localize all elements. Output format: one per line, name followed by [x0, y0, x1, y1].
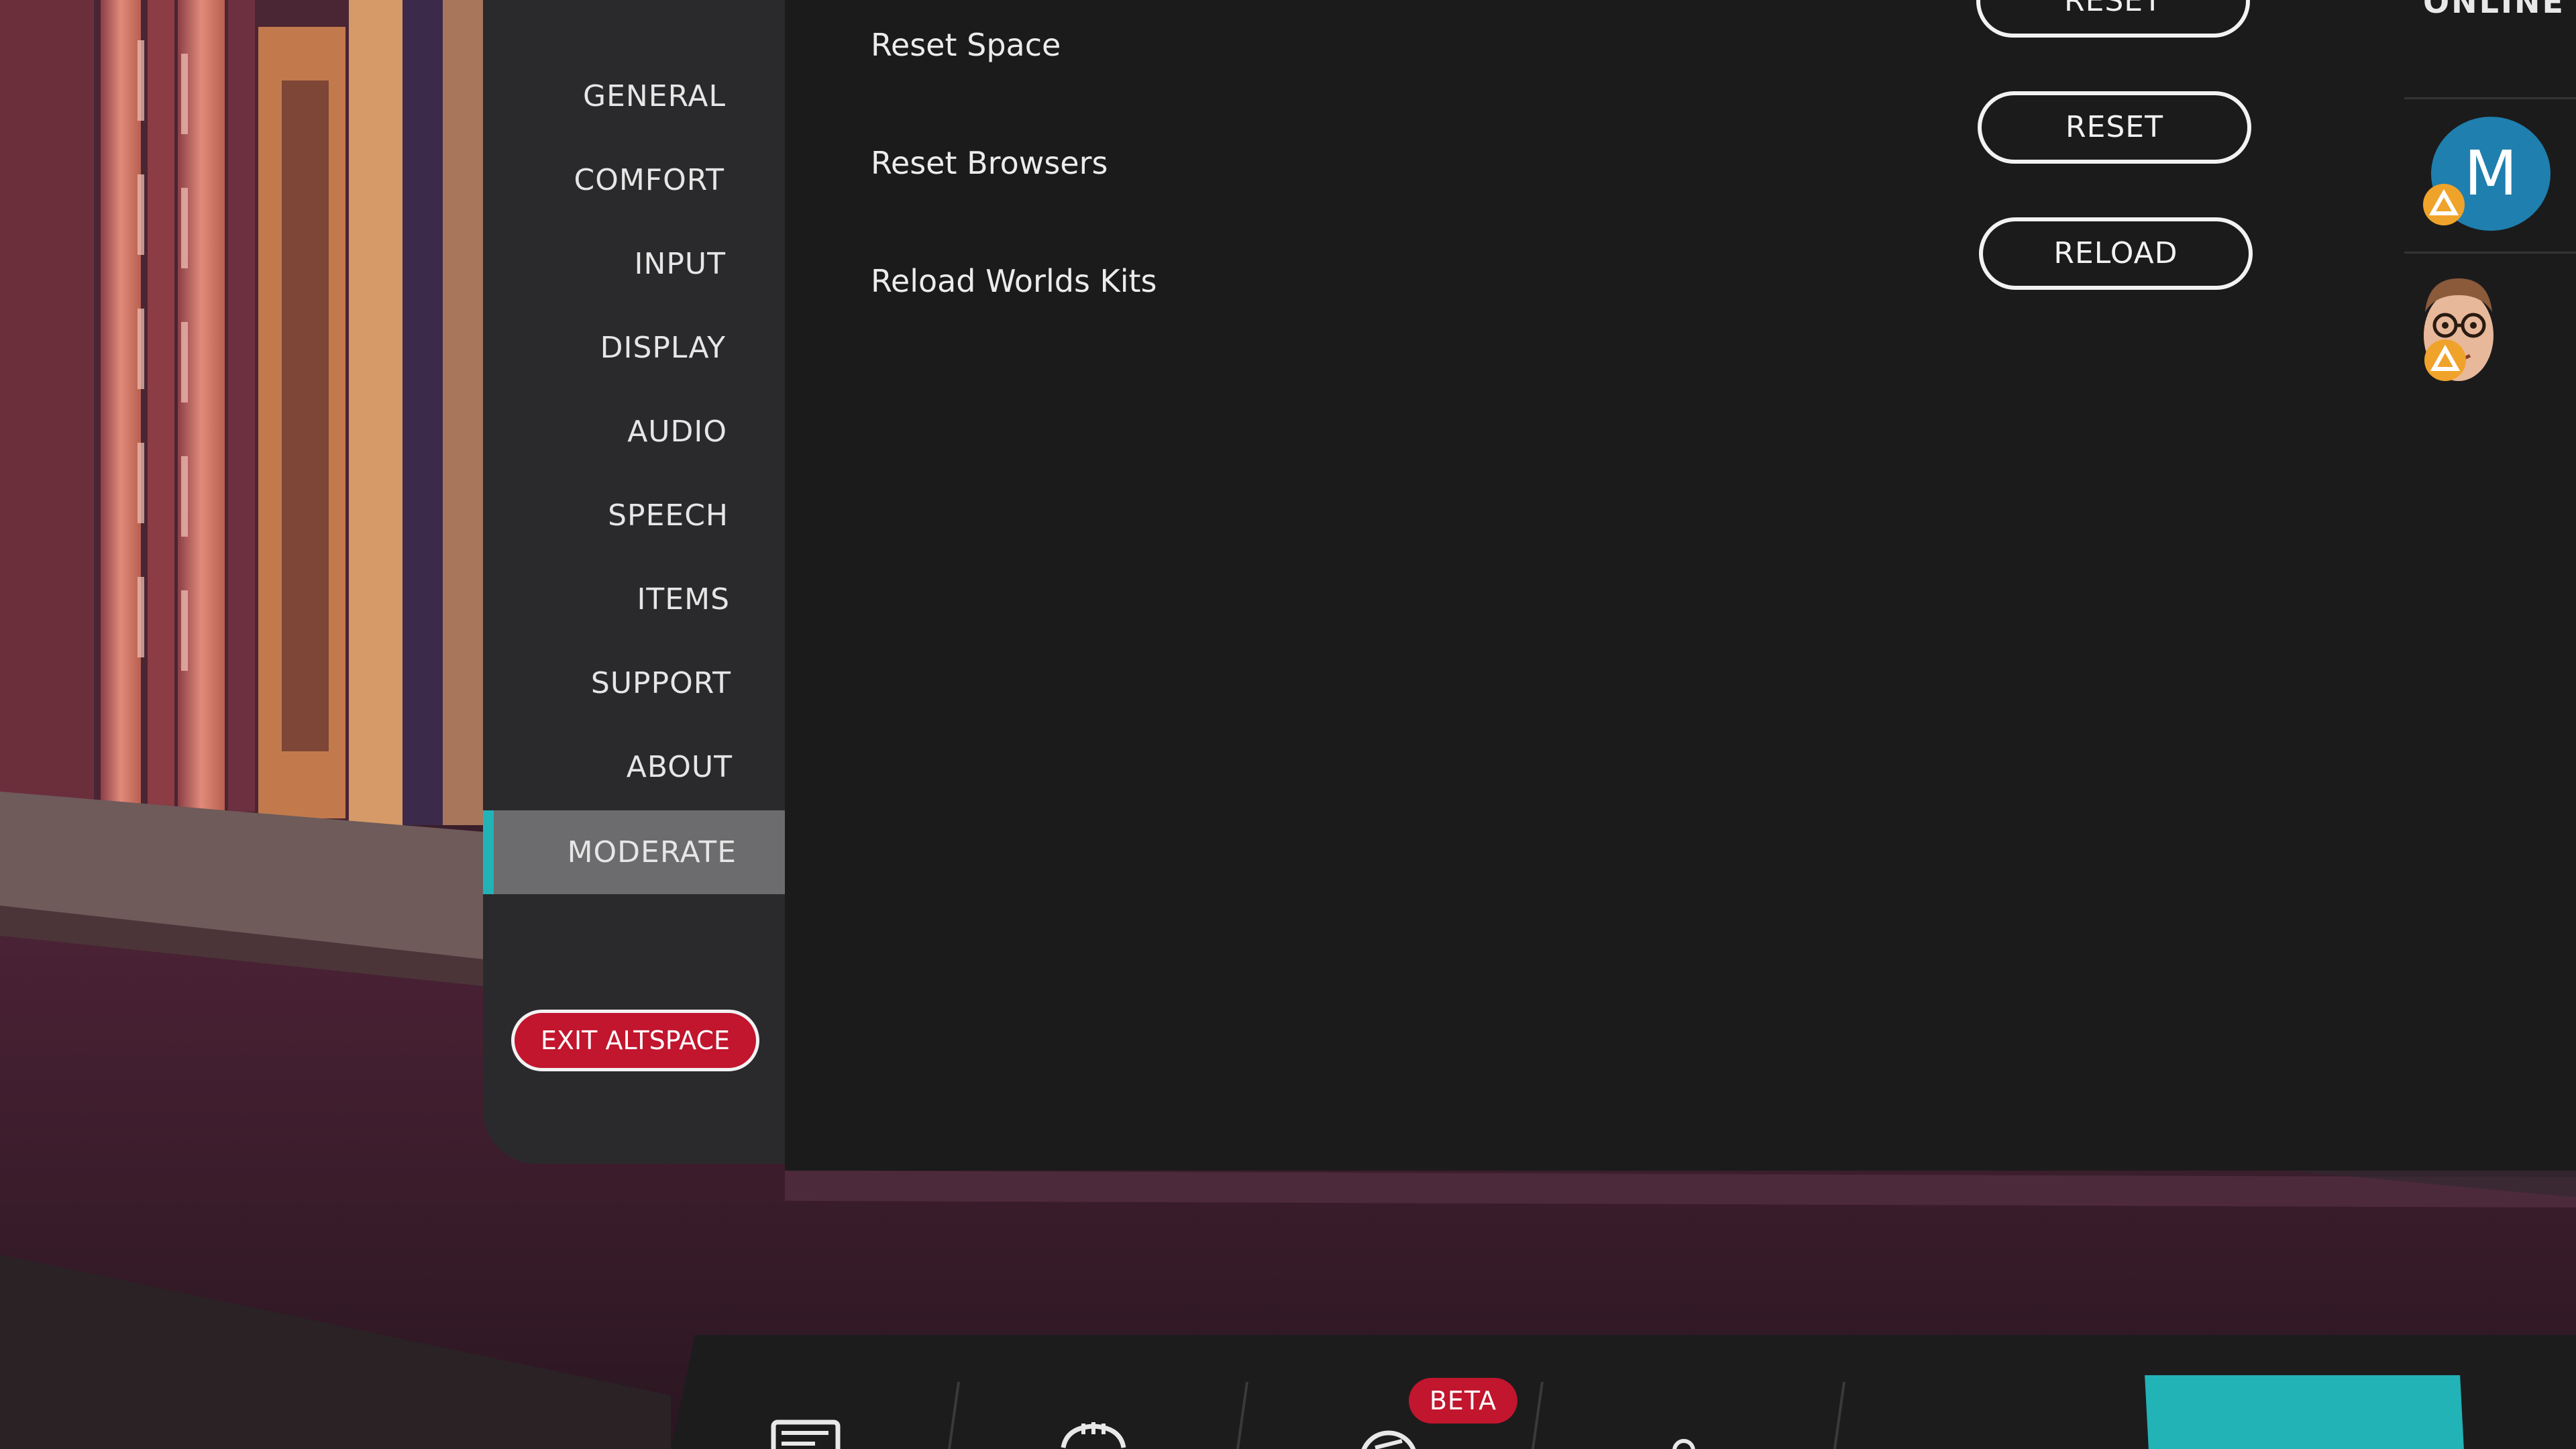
tab-display[interactable]: DISPLAY [600, 308, 726, 388]
host-icon [2423, 184, 2465, 225]
tab-audio[interactable]: AUDIO [627, 392, 727, 472]
tab-items[interactable]: ITEMS [637, 559, 730, 640]
beta-badge: BETA [1409, 1378, 1517, 1424]
tab-general[interactable]: GENERAL [583, 56, 726, 137]
users-divider-2 [2404, 252, 2576, 254]
users-divider [2404, 97, 2576, 99]
events-icon[interactable] [768, 1417, 849, 1449]
tab-support[interactable]: SUPPORT [591, 643, 731, 724]
reset-browsers-button[interactable]: RESET [1978, 91, 2251, 164]
host-icon [2424, 339, 2466, 381]
explore-icon[interactable] [1355, 1428, 1422, 1449]
people-icon[interactable] [1664, 1436, 1704, 1449]
reload-worlds-kits-label: Reload Worlds Kits [871, 263, 1157, 299]
tab-speech[interactable]: SPEECH [608, 476, 729, 556]
tab-about[interactable]: ABOUT [627, 727, 733, 808]
tab-comfort[interactable]: COMFORT [574, 140, 724, 221]
settings-sidebar: GENERAL COMFORT INPUT DISPLAY AUDIO SPEE… [483, 0, 785, 1164]
reset-space-button[interactable]: RESET [1976, 0, 2250, 38]
reset-space-label: Reset Space [871, 27, 1061, 63]
avatar-initial: M [2464, 138, 2518, 209]
reset-browsers-label: Reset Browsers [871, 145, 1108, 181]
moderate-settings-panel: Reset Space RESET Reset Browsers RESET R… [785, 0, 2576, 1171]
online-users-title: ONLINE [2423, 0, 2565, 20]
tab-moderate[interactable]: MODERATE [568, 812, 737, 893]
reload-worlds-kits-button[interactable]: RELOAD [1979, 217, 2253, 290]
exit-altspace-button[interactable]: EXIT ALTSPACE [511, 1010, 759, 1071]
worlds-icon[interactable] [1053, 1421, 1134, 1449]
dock-active-segment[interactable] [2145, 1375, 2464, 1449]
tab-input[interactable]: INPUT [634, 224, 726, 305]
